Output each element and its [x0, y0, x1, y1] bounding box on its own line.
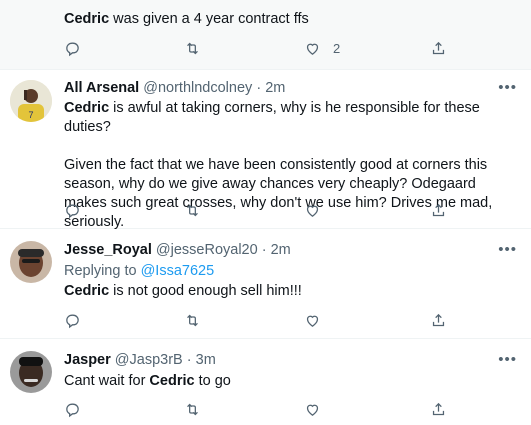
share-button[interactable]: [430, 399, 447, 419]
like-button[interactable]: [304, 310, 321, 330]
avatar-image: [10, 241, 52, 283]
retweet-icon: [187, 42, 198, 54]
display-name[interactable]: All Arsenal: [64, 80, 139, 96]
tweet-text: Cedric is not good enough sell him!!!: [64, 282, 509, 301]
tweet-header: Jasper @Jasp3rB · 3m: [64, 352, 216, 368]
tweet-header: Jesse_Royal @jesseRoyal20 · 2m: [64, 242, 291, 258]
replying-to-label: Replying to: [64, 263, 141, 279]
tweet[interactable]: Jesse_Royal @jesseRoyal20 · 2m ••• Reply…: [0, 229, 531, 339]
highlighted-name: Cedric: [64, 100, 110, 116]
like-count: 2: [333, 40, 341, 56]
display-name[interactable]: Jesse_Royal: [64, 242, 152, 258]
retweet-button[interactable]: [184, 38, 201, 58]
reply-icon: [66, 314, 79, 328]
retweet-icon: [187, 204, 198, 216]
share-icon: [432, 313, 445, 326]
more-button[interactable]: •••: [498, 351, 517, 368]
reply-icon: [66, 403, 79, 417]
reply-icon: [66, 42, 79, 56]
avatar[interactable]: [10, 351, 52, 393]
reply-button[interactable]: [64, 38, 81, 58]
retweet-icon: [187, 314, 198, 326]
reply-icon: [66, 204, 79, 218]
share-icon: [432, 41, 445, 54]
tweet-text-rest: is not good enough sell him!!!: [109, 283, 302, 299]
retweet-icon: [187, 403, 198, 415]
retweet-button[interactable]: [184, 200, 201, 220]
like-icon: [306, 315, 319, 327]
tweet-actions: [64, 310, 474, 330]
tweet-text: Cant wait for Cedric to go: [64, 372, 509, 391]
handle[interactable]: @northlndcolney: [143, 80, 252, 96]
avatar-image: [10, 351, 52, 393]
tweet[interactable]: Cedric was given a 4 year contract ffs 2: [0, 0, 531, 70]
like-button[interactable]: [304, 399, 321, 419]
share-button[interactable]: [430, 200, 447, 220]
highlighted-name: Cedric: [64, 11, 110, 27]
timestamp[interactable]: 2m: [271, 242, 291, 258]
retweet-button[interactable]: [184, 310, 201, 330]
replying-to-handle[interactable]: @Issa7625: [141, 263, 215, 279]
more-icon: •••: [498, 79, 517, 96]
more-icon: •••: [498, 241, 517, 258]
tweet-text-rest: is awful at taking corners, why is he re…: [64, 100, 480, 135]
like-icon: [306, 43, 319, 55]
tweet[interactable]: 7 All Arsenal @northlndcolney · 2m ••• C…: [0, 70, 531, 230]
reply-button[interactable]: [64, 200, 81, 220]
handle[interactable]: @jesseRoyal20: [156, 242, 258, 258]
like-button[interactable]: 2: [304, 38, 340, 58]
replying-to: Replying to @Issa7625: [64, 262, 509, 281]
more-button[interactable]: •••: [498, 241, 517, 258]
timestamp[interactable]: 3m: [196, 352, 216, 368]
more-icon: •••: [498, 351, 517, 368]
reply-button[interactable]: [64, 310, 81, 330]
tweet[interactable]: Jasper @Jasp3rB · 3m ••• Cant wait for C…: [0, 339, 531, 425]
like-button[interactable]: [304, 200, 321, 220]
tweet-text-start: Cant wait for: [64, 373, 150, 389]
svg-text:7: 7: [28, 110, 33, 120]
separator-dot: ·: [256, 80, 262, 96]
tweet-text: Cedric was given a 4 year contract ffs: [64, 10, 509, 29]
tweet-header: All Arsenal @northlndcolney · 2m: [64, 80, 285, 96]
tweet-actions: [64, 200, 474, 220]
handle[interactable]: @Jasp3rB: [115, 352, 183, 368]
like-icon: [306, 404, 319, 416]
tweet-actions: 2: [64, 38, 474, 58]
highlighted-name: Cedric: [64, 283, 110, 299]
avatar-image: 7: [10, 80, 52, 122]
tweet-text-rest: was given a 4 year contract ffs: [109, 11, 309, 27]
retweet-button[interactable]: [184, 399, 201, 419]
share-button[interactable]: [430, 310, 447, 330]
share-icon: [432, 402, 445, 415]
tweet-actions: [64, 399, 474, 419]
share-icon: [432, 203, 445, 216]
like-icon: [306, 205, 319, 217]
reply-button[interactable]: [64, 399, 81, 419]
display-name[interactable]: Jasper: [64, 352, 111, 368]
share-button[interactable]: [430, 38, 447, 58]
avatar[interactable]: 7: [10, 80, 52, 122]
timestamp[interactable]: 2m: [265, 80, 285, 96]
avatar[interactable]: [10, 241, 52, 283]
tweet-text-paragraph: Given the fact that we have been consist…: [64, 157, 493, 230]
separator-dot: ·: [186, 352, 192, 368]
highlighted-name: Cedric: [149, 373, 195, 389]
tweet-text-end: to go: [194, 373, 231, 389]
more-button[interactable]: •••: [498, 79, 517, 96]
separator-dot: ·: [261, 242, 267, 258]
